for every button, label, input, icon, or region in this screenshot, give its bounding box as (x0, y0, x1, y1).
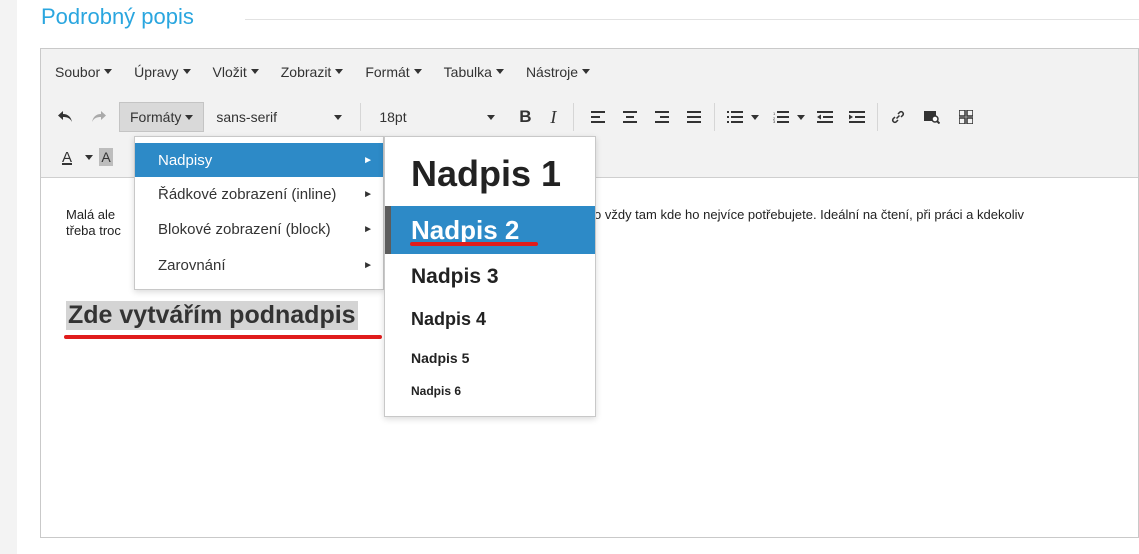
background-color-button[interactable]: A (99, 148, 113, 166)
caret-icon[interactable] (797, 114, 806, 120)
image-button[interactable] (918, 103, 946, 131)
numbered-list-icon: 123 (773, 111, 790, 123)
menu-item-nadpisy[interactable]: Nadpisy ► (135, 143, 383, 177)
outdent-button[interactable] (811, 103, 839, 131)
link-button[interactable] (884, 103, 912, 131)
indent-button[interactable] (843, 103, 871, 131)
submenu-item-nadpis-1[interactable]: Nadpis 1 (385, 145, 595, 203)
font-size-select[interactable]: 18pt (367, 102, 507, 132)
submenu-red-underline (410, 242, 538, 246)
menu-item-inline[interactable]: Řádkové zobrazení (inline) ► (135, 177, 383, 211)
bold-button[interactable]: B (511, 103, 539, 131)
menu-upravy[interactable]: Úpravy (134, 64, 191, 80)
caret-icon (413, 69, 422, 74)
caret-icon (185, 114, 194, 120)
italic-button[interactable]: I (539, 103, 567, 131)
caret-icon (334, 114, 343, 120)
paragraph-text: Malá ale třeba troc (66, 207, 121, 238)
indent-icon (849, 111, 866, 123)
chevron-right-icon: ► (363, 259, 373, 271)
outdent-icon (817, 111, 834, 123)
chevron-right-icon: ► (363, 188, 373, 200)
caret-icon[interactable] (751, 114, 760, 120)
caret-icon (495, 69, 504, 74)
table-button[interactable] (952, 103, 980, 131)
bullet-list-button[interactable] (721, 103, 749, 131)
toolbar-separator (573, 103, 575, 131)
toolbar-row-2: A A (41, 138, 113, 176)
menu-zobrazit[interactable]: Zobrazit (281, 64, 344, 80)
caret-icon (582, 69, 591, 74)
toolbar-row-1: Formáty sans-serif 18pt B I 1 2 3 (41, 98, 980, 136)
toolbar-separator (877, 103, 879, 131)
formats-dropdown-menu: Nadpisy ► Řádkové zobrazení (inline) ► Blo… (134, 136, 384, 290)
submenu-item-nadpis-4[interactable]: Nadpis 4 (385, 303, 595, 335)
chevron-right-icon: ► (363, 154, 373, 166)
caret-icon (182, 69, 191, 74)
align-left-icon (591, 111, 606, 123)
align-center-button[interactable] (616, 103, 644, 131)
submenu-item-nadpis-2[interactable]: Nadpis 2 (385, 206, 595, 254)
align-center-icon (623, 111, 638, 123)
numbered-list-button[interactable]: 123 (767, 103, 795, 131)
subheading-red-underline (64, 335, 382, 339)
title-divider (245, 19, 1139, 20)
headings-submenu: Nadpis 1 Nadpis 2 Nadpis 3 Nadpis 4 Nadp… (384, 136, 596, 417)
table-icon (959, 110, 974, 124)
menu-format[interactable]: Formát (365, 64, 422, 80)
submenu-item-nadpis-6[interactable]: Nadpis 6 (385, 378, 595, 404)
subheading-text: Zde vytvářím podnadpis (66, 301, 358, 330)
caret-icon[interactable] (85, 154, 93, 160)
font-family-select[interactable]: sans-serif (204, 102, 354, 132)
toolbar-separator (360, 103, 362, 131)
menu-item-zarovnani[interactable]: Zarovnání ► (135, 248, 383, 282)
image-search-icon (924, 111, 941, 124)
menu-item-block[interactable]: Blokové zobrazení (block) ► (135, 212, 383, 246)
align-justify-icon (687, 111, 702, 123)
bullet-list-icon (727, 111, 744, 123)
font-color-button[interactable]: A (53, 143, 81, 171)
redo-icon (92, 111, 106, 122)
menu-nastroje[interactable]: Nástroje (526, 64, 591, 80)
formats-dropdown-button[interactable]: Formáty (119, 102, 205, 132)
submenu-item-nadpis-3[interactable]: Nadpis 3 (385, 258, 595, 296)
redo-button[interactable] (85, 103, 113, 131)
link-icon (892, 110, 905, 124)
editor-menubar: Soubor Úpravy Vložit Zobrazit Formát Tab… (41, 49, 1138, 94)
paragraph-text-continued: o vždy tam kde ho nejvíce potřebujete. I… (594, 207, 1024, 222)
submenu-item-nadpis-5[interactable]: Nadpis 5 (385, 344, 595, 372)
align-justify-button[interactable] (680, 103, 708, 131)
align-right-icon (655, 111, 670, 123)
align-left-button[interactable] (584, 103, 612, 131)
menu-tabulka[interactable]: Tabulka (444, 64, 504, 80)
menu-soubor[interactable]: Soubor (55, 64, 113, 80)
undo-button[interactable] (51, 103, 79, 131)
section-title: Podrobný popis (41, 4, 194, 29)
toolbar-separator (714, 103, 716, 131)
menu-vlozit[interactable]: Vložit (213, 64, 259, 80)
align-right-button[interactable] (648, 103, 676, 131)
caret-icon (104, 69, 113, 74)
caret-icon (487, 114, 496, 120)
caret-icon (335, 69, 344, 74)
chevron-right-icon: ► (363, 223, 373, 235)
svg-text:3: 3 (773, 119, 776, 123)
caret-icon (250, 69, 259, 74)
undo-icon (58, 111, 72, 122)
